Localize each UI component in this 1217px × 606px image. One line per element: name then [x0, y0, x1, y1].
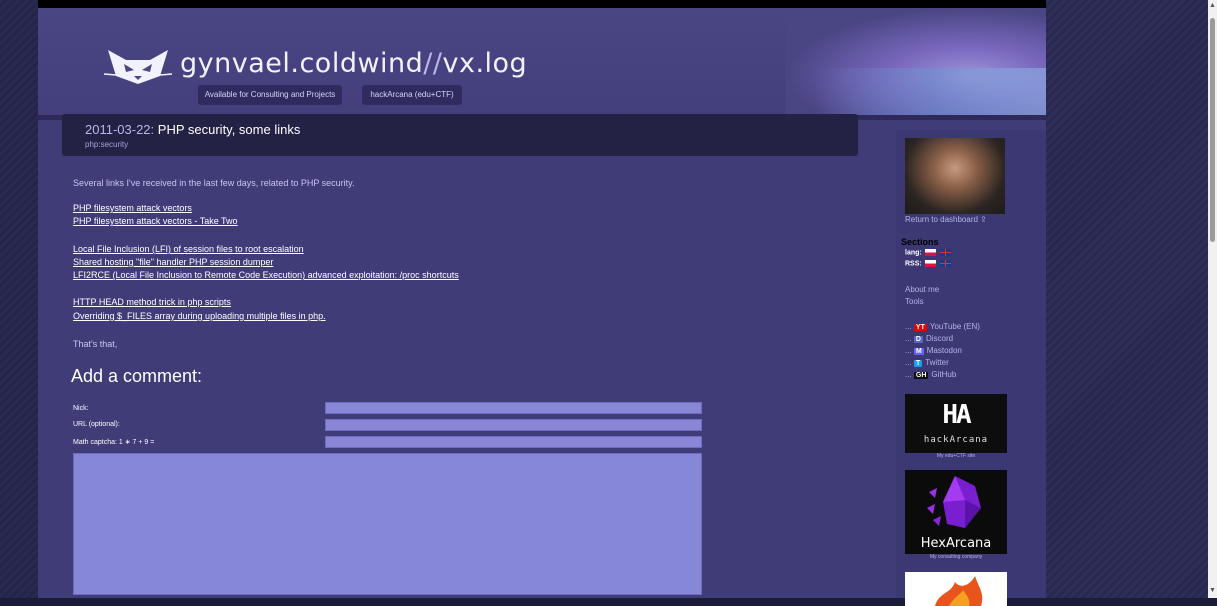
site-title-slash: // [423, 48, 443, 79]
url-input[interactable] [325, 419, 702, 431]
lang-label: lang: [905, 249, 922, 257]
post-tag[interactable]: php:security [85, 140, 128, 149]
discord-icon: D [913, 336, 923, 343]
social-label: Mastodon [926, 346, 962, 355]
page-container: gynvael.coldwind//vx.log Available for C… [38, 8, 1046, 606]
hexarcana-banner-text: HexArcana [920, 536, 992, 551]
sidebar-banner-partial[interactable] [905, 572, 1007, 606]
flame-logo-icon [935, 576, 983, 606]
link-shared-hosting-dumper[interactable]: Shared hosting "file" handler PHP sessio… [73, 257, 273, 267]
hexarcana-banner[interactable]: HexArcana [905, 470, 1007, 554]
uk-flag-icon[interactable] [939, 260, 951, 267]
hackarcana-banner[interactable]: HA hackArcana [905, 394, 1007, 453]
post-heading: 2011-03-22: PHP security, some links [85, 122, 300, 137]
nav-hackarcana[interactable]: hackArcana (edu+CTF) [362, 85, 462, 105]
background-left [0, 0, 38, 598]
avatar [905, 138, 1005, 214]
social-youtube[interactable]: ... YT YouTube (EN) [905, 322, 980, 331]
nick-input[interactable] [325, 402, 702, 414]
background-right [1046, 0, 1208, 598]
comment-heading: Add a comment: [71, 366, 203, 386]
polish-flag-icon[interactable] [924, 260, 936, 267]
link-overriding-files-array[interactable]: Overriding $_FILES array during uploadin… [73, 311, 326, 321]
post-intro: Several links I've received in the last … [73, 178, 355, 188]
site-title[interactable]: gynvael.coldwind//vx.log [180, 48, 527, 79]
comment-textarea[interactable] [73, 453, 702, 595]
social-prefix: ... [905, 322, 912, 331]
link-php-fs-attack-vectors[interactable]: PHP filesystem attack vectors [73, 203, 192, 213]
hexarcana-dragon-icon [927, 476, 981, 528]
hackarcana-banner-text: hackArcana [923, 435, 989, 445]
site-title-main: gynvael.coldwind [180, 48, 424, 79]
site-header: gynvael.coldwind//vx.log Available for C… [38, 8, 1046, 120]
mastodon-icon: M [913, 348, 924, 355]
social-label: GitHub [931, 370, 957, 379]
url-label: URL (optional): [73, 421, 120, 428]
hackarcana-logo-icon: HA [942, 400, 971, 430]
cat-logo-icon[interactable] [104, 46, 172, 86]
post-date: 2011-03-22: [85, 122, 155, 137]
social-prefix: ... [905, 358, 912, 367]
site-title-suffix: vx.log [442, 48, 528, 79]
social-label: Twitter [925, 358, 949, 367]
lang-row: lang: [905, 249, 951, 256]
youtube-icon: YT [913, 324, 927, 331]
post-title: PHP security, some links [157, 122, 301, 137]
social-label: YouTube (EN) [929, 322, 980, 331]
sections-heading: Sections [901, 237, 939, 247]
social-mastodon[interactable]: ... M Mastodon [905, 346, 962, 355]
window-top-border [8, 0, 1208, 8]
github-icon: GH [913, 372, 929, 379]
scrollbar-thumb[interactable] [1210, 18, 1215, 242]
social-twitter[interactable]: ... T Twitter [905, 358, 949, 367]
link-lfi-session-root[interactable]: Local File Inclusion (LFI) of session fi… [73, 244, 304, 254]
polish-flag-icon[interactable] [924, 249, 936, 256]
hackarcana-caption: My edu+CTF site [936, 453, 976, 459]
about-me-link[interactable]: About me [905, 285, 939, 294]
captcha-label: Math captcha: 1 ∗ 7 + 9 = [73, 439, 155, 446]
hexarcana-caption: My consulting company [929, 554, 983, 560]
social-label: Discord [925, 334, 954, 343]
tools-link[interactable]: Tools [905, 297, 924, 306]
twitter-icon: T [913, 360, 923, 367]
social-discord[interactable]: ... D Discord [905, 334, 953, 343]
link-http-head-trick[interactable]: HTTP HEAD method trick in php scripts [73, 297, 231, 307]
scroll-down-arrow-icon[interactable]: ▼ [1209, 587, 1216, 594]
captcha-input[interactable] [325, 436, 702, 448]
header-artwork-wave [816, 68, 1046, 120]
rss-row: RSS: [905, 260, 951, 267]
post-outro: That's that, [73, 339, 118, 349]
link-lfi2rce-proc[interactable]: LFI2RCE (Local File Inclusion to Remote … [73, 270, 459, 280]
social-prefix: ... [905, 370, 912, 379]
social-prefix: ... [905, 334, 912, 343]
nav-consulting[interactable]: Available for Consulting and Projects [198, 85, 342, 105]
link-php-fs-attack-vectors-2[interactable]: PHP filesystem attack vectors - Take Two [73, 216, 238, 226]
social-github[interactable]: ... GH GitHub [905, 370, 956, 379]
rss-label: RSS: [905, 260, 922, 268]
scroll-up-arrow-icon[interactable]: ▲ [1209, 2, 1216, 9]
nick-label: Nick: [73, 405, 89, 412]
return-dashboard-link[interactable]: Return to dashboard ⇪ [905, 215, 987, 224]
uk-flag-icon[interactable] [939, 249, 951, 256]
social-prefix: ... [905, 346, 912, 355]
